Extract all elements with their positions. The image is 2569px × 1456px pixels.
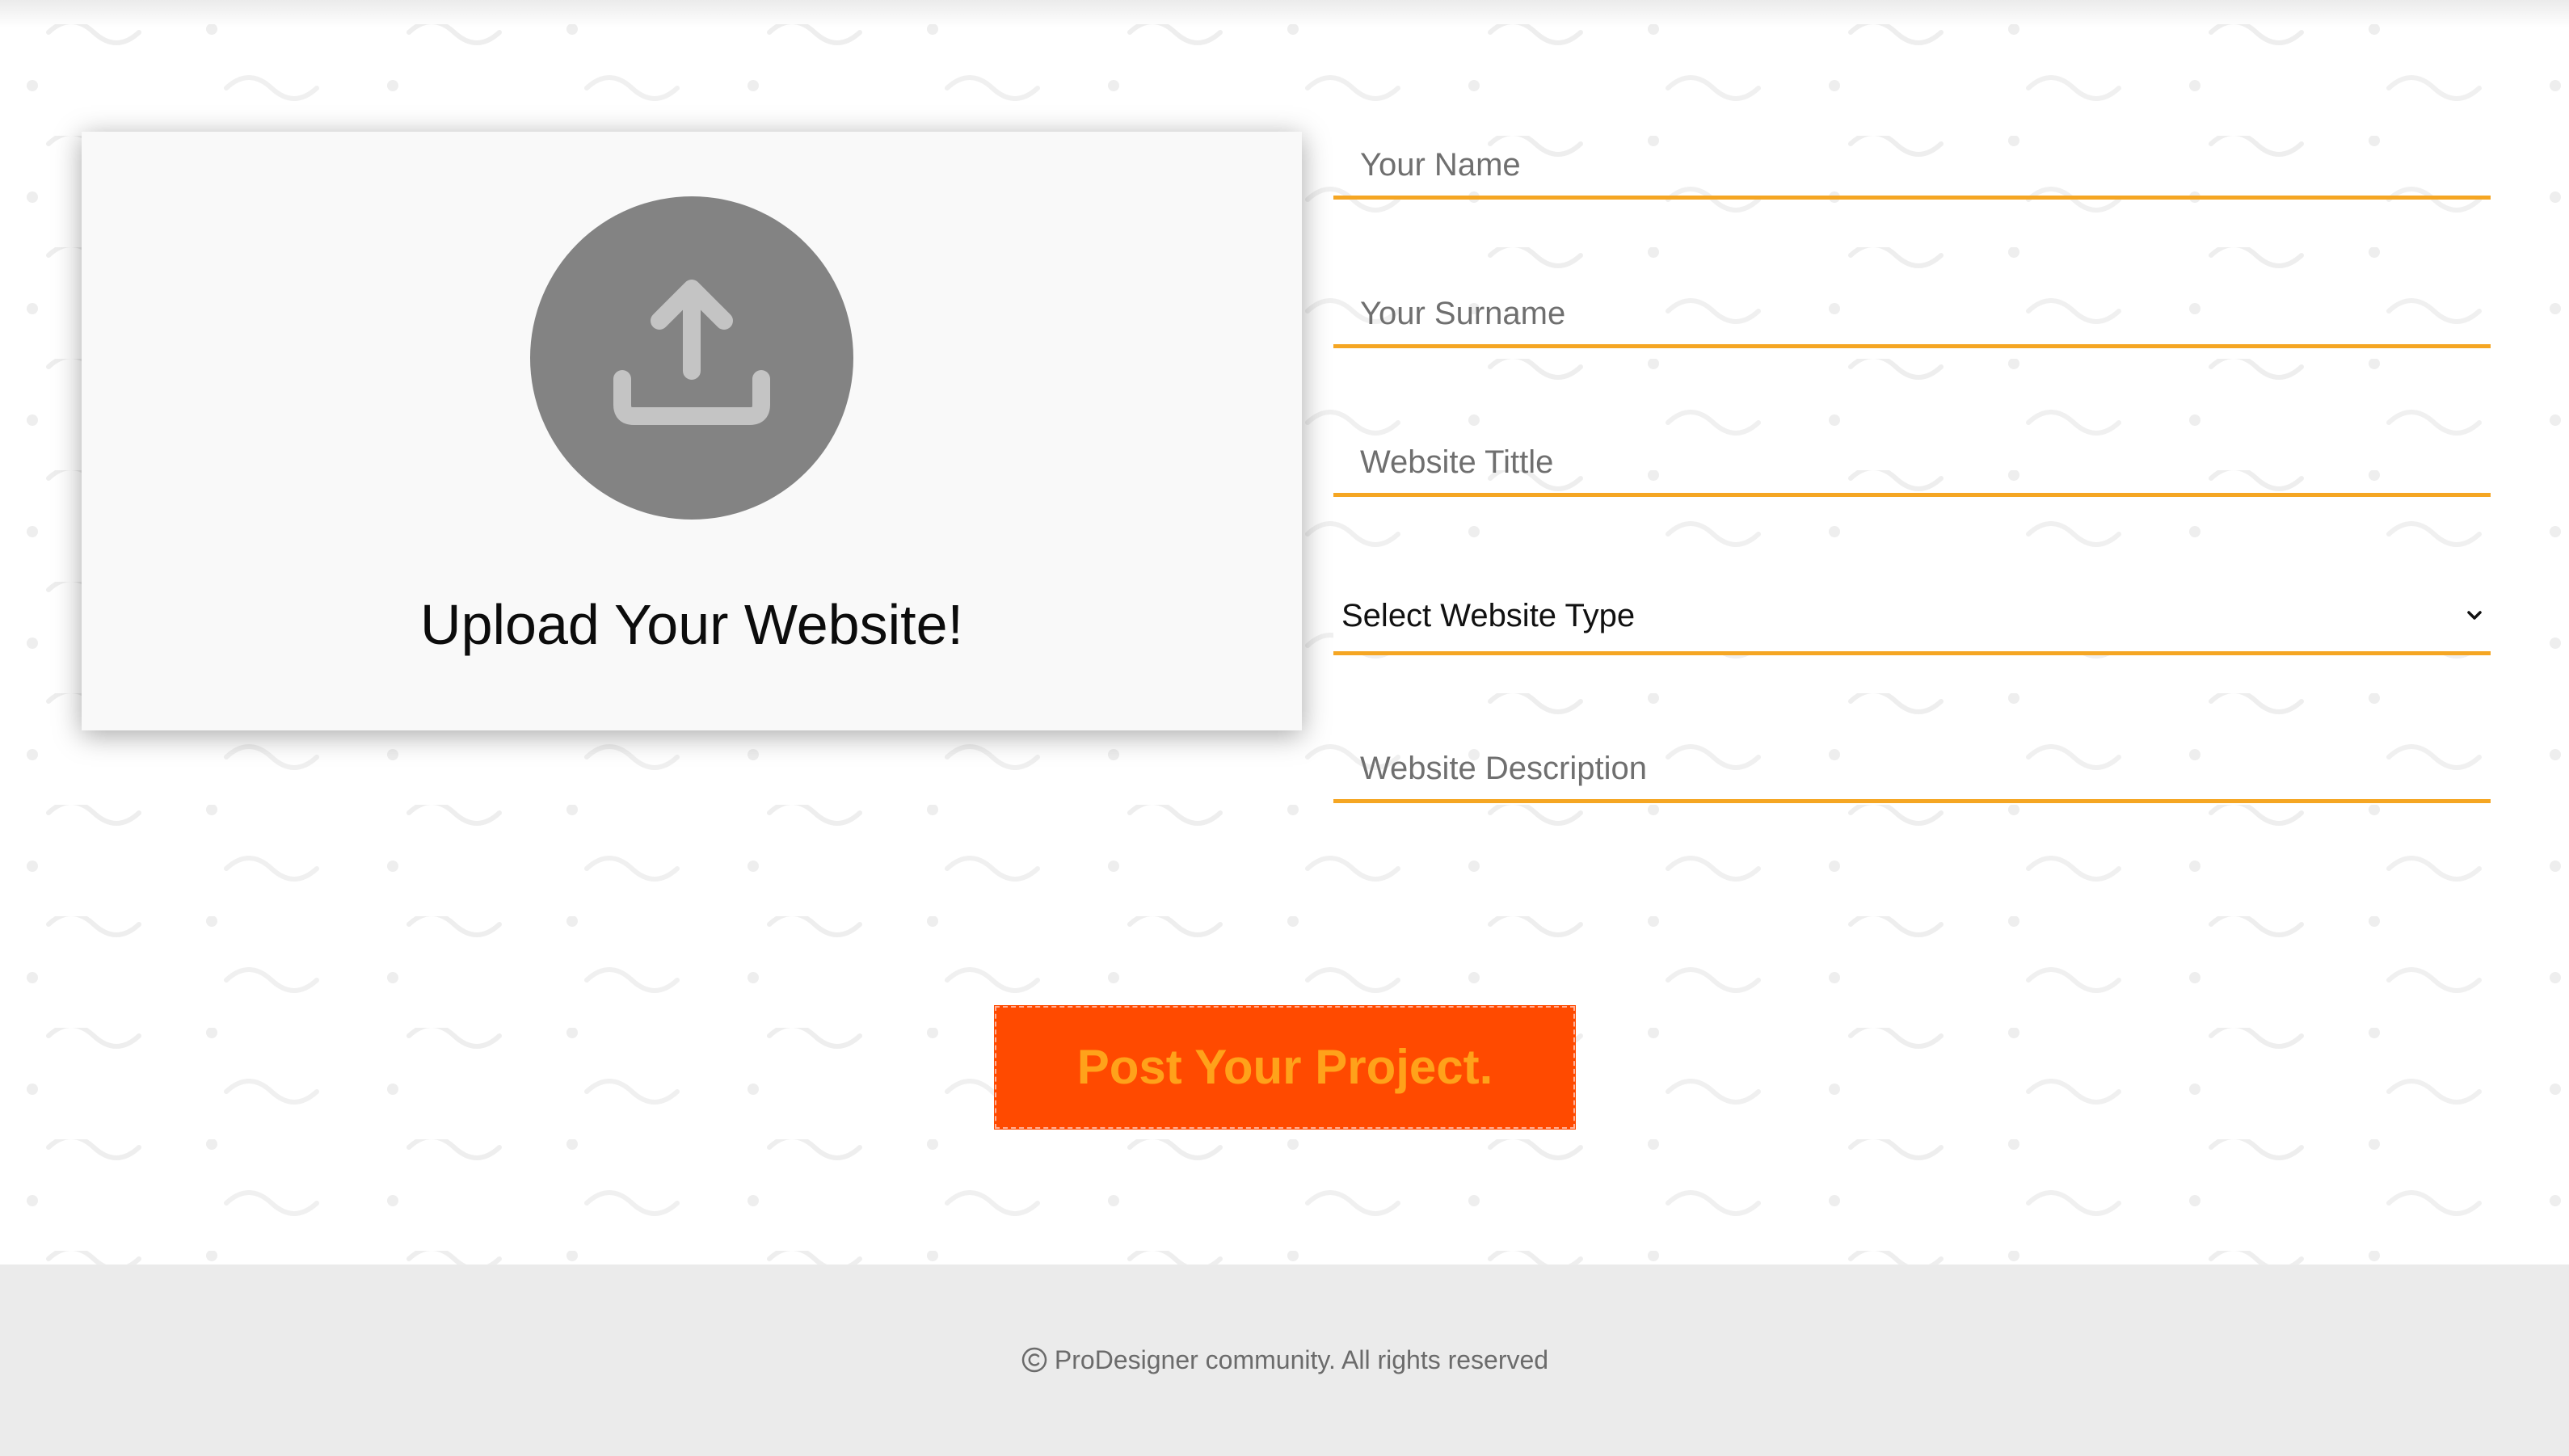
footer-copyright: ProDesigner community. All rights reserv…: [0, 1345, 2569, 1375]
surname-input[interactable]: [1333, 280, 2491, 344]
upload-icon: [613, 280, 770, 425]
upload-label: Upload Your Website!: [420, 593, 963, 656]
upload-dropzone[interactable]: Upload Your Website!: [82, 132, 1302, 730]
name-input[interactable]: [1333, 132, 2491, 196]
website-description-input[interactable]: [1333, 735, 2491, 799]
copyright-icon: [1021, 1347, 1047, 1373]
footer: ProDesigner community. All rights reserv…: [0, 1265, 2569, 1456]
website-type-select[interactable]: Select Website Type: [1333, 580, 2491, 655]
name-field: [1333, 132, 2491, 200]
upload-icon-circle[interactable]: [530, 196, 853, 520]
header-shadow: [0, 0, 2569, 27]
website-title-field: [1333, 429, 2491, 497]
page: Upload Your Website! Select Website Type…: [0, 0, 2569, 1456]
surname-field: [1333, 280, 2491, 348]
website-description-field: [1333, 735, 2491, 803]
website-type-select-label: Select Website Type: [1341, 598, 1636, 633]
post-project-button[interactable]: Post Your Project.: [994, 1005, 1576, 1130]
website-title-input[interactable]: [1333, 429, 2491, 493]
footer-text: ProDesigner community. All rights reserv…: [1054, 1345, 1549, 1374]
chevron-down-icon: [2467, 611, 2482, 620]
